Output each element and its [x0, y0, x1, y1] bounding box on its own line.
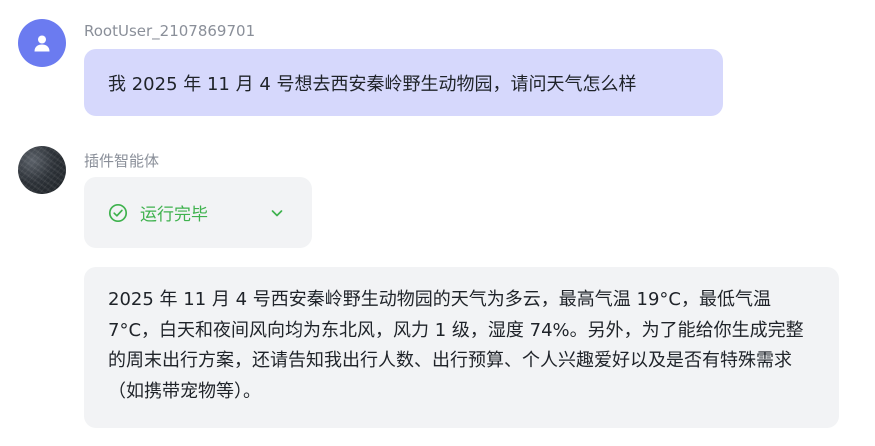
- bot-name: 插件智能体: [84, 152, 160, 170]
- user-message-text: 我 2025 年 11 月 4 号想去西安秦岭野生动物园，请问天气怎么样: [108, 73, 637, 95]
- chat-page: RootUser_2107869701 我 2025 年 11 月 4 号想去西…: [0, 0, 875, 446]
- check-circle-icon: [108, 203, 128, 223]
- user-icon: [34, 35, 50, 52]
- user-name: RootUser_2107869701: [84, 22, 256, 40]
- user-avatar[interactable]: [18, 19, 66, 67]
- run-status-card[interactable]: 运行完毕: [84, 177, 312, 248]
- chevron-down-icon[interactable]: [268, 204, 286, 222]
- avatar-texture: [18, 146, 66, 194]
- user-message-bubble: 我 2025 年 11 月 4 号想去西安秦岭野生动物园，请问天气怎么样: [84, 49, 723, 116]
- bot-message-bubble: 2025 年 11 月 4 号西安秦岭野生动物园的天气为多云，最高气温 19°C…: [84, 267, 839, 428]
- bot-avatar[interactable]: [18, 146, 66, 194]
- run-status-label: 运行完毕: [140, 205, 208, 225]
- bot-message-text: 2025 年 11 月 4 号西安秦岭野生动物园的天气为多云，最高气温 19°C…: [108, 289, 804, 402]
